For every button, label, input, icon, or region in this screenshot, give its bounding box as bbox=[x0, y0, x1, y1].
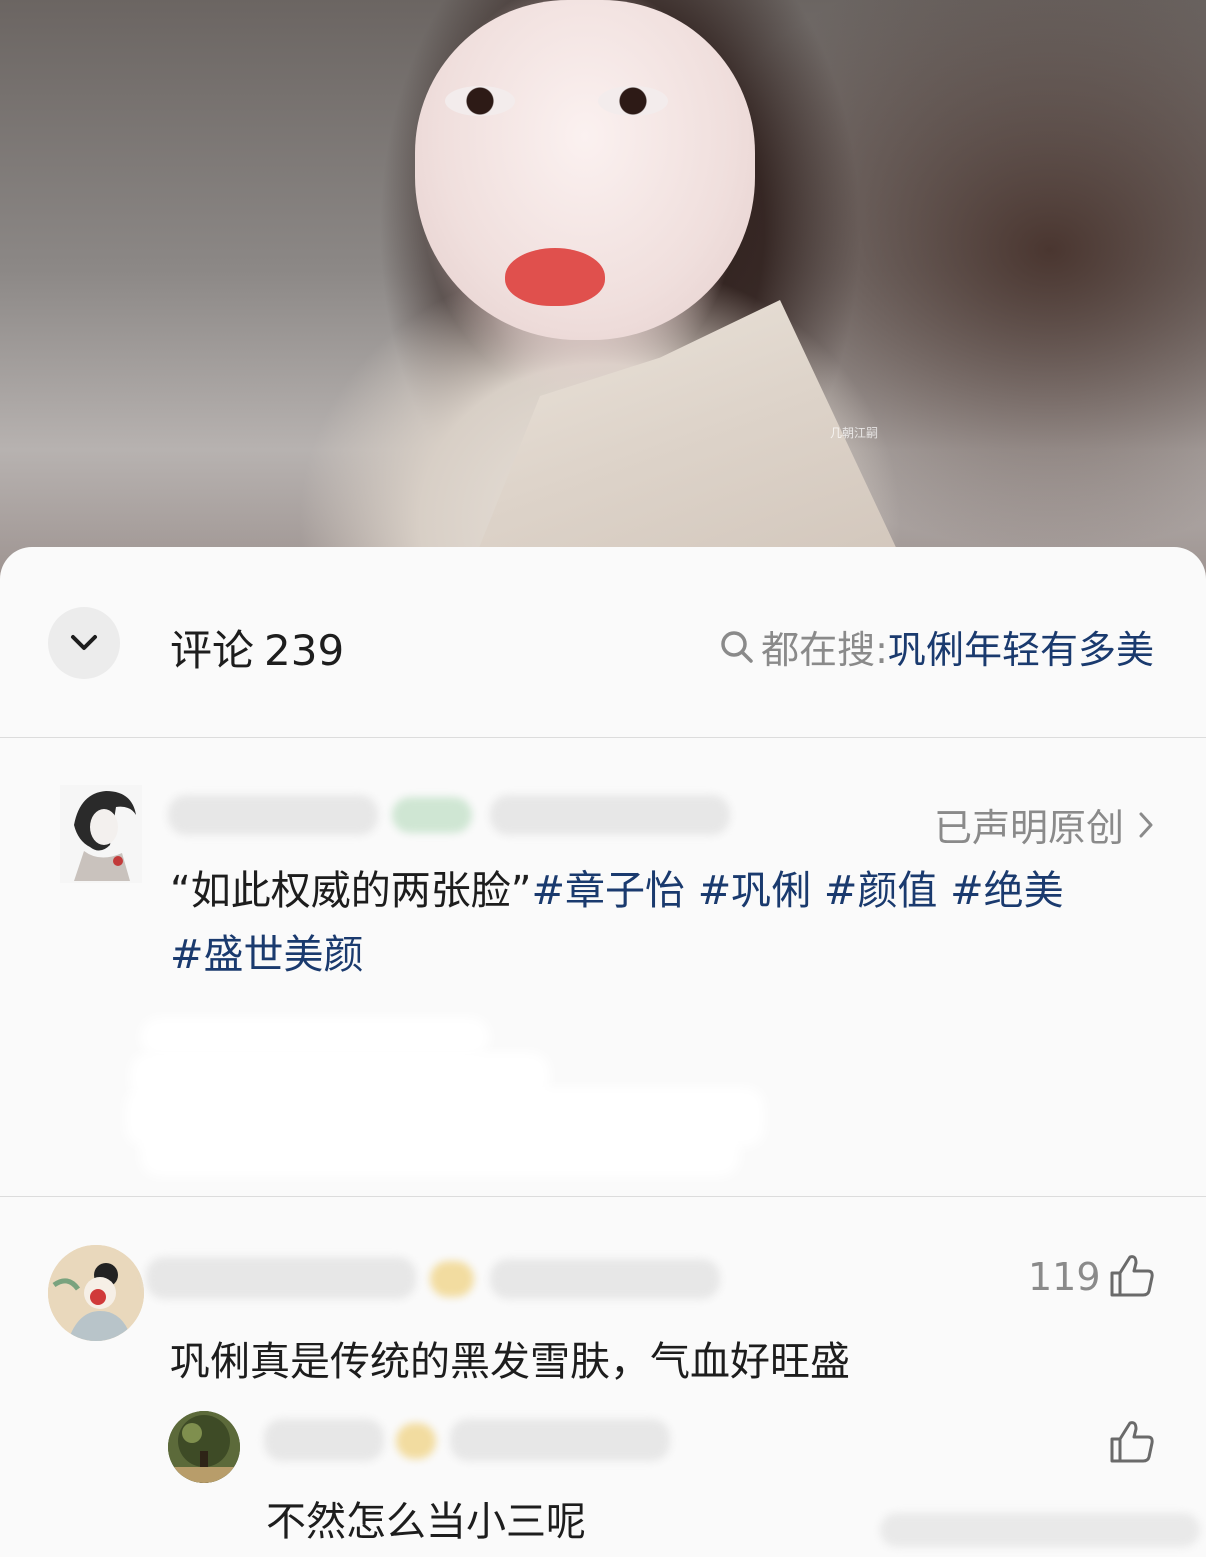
watermark: 几朝江嗣 bbox=[830, 426, 879, 440]
reply-text: 不然怎么当小三呢 bbox=[266, 1499, 586, 1545]
hero-right-eye bbox=[598, 86, 668, 116]
redacted-area bbox=[140, 1127, 740, 1177]
comment-text: 巩俐真是传统的黑发雪肤，气血好旺盛 bbox=[170, 1339, 850, 1385]
post-quote: “如此权威的两张脸” bbox=[170, 868, 532, 914]
chevron-down-icon bbox=[71, 635, 97, 650]
author-avatar[interactable] bbox=[60, 785, 142, 883]
comments-count: 239 bbox=[264, 626, 345, 675]
author-meta-blurred bbox=[490, 795, 730, 835]
hero-lips bbox=[505, 248, 605, 306]
post-text: “如此权威的两张脸”#章子怡 #巩俐 #颜值 #绝美 #盛世美颜 bbox=[170, 859, 1150, 987]
thumbs-up-icon[interactable] bbox=[1108, 1253, 1156, 1299]
redacted-area bbox=[880, 1513, 1200, 1547]
collapse-button[interactable] bbox=[48, 607, 120, 679]
search-prefix: 都在搜: bbox=[761, 628, 888, 672]
search-suggestion[interactable]: 都在搜: 巩俐年轻有多美 bbox=[719, 619, 1154, 674]
author-name-blurred bbox=[168, 795, 378, 835]
hashtag[interactable]: #巩俐 bbox=[698, 868, 812, 914]
author-badge-blurred bbox=[392, 797, 472, 833]
commenter-name-blurred bbox=[146, 1257, 416, 1299]
comments-label: 评论 bbox=[170, 626, 255, 675]
replier-badge-blurred bbox=[396, 1423, 436, 1459]
replier-name-blurred bbox=[264, 1419, 384, 1461]
hero-left-eye bbox=[445, 86, 515, 116]
commenter-avatar[interactable] bbox=[48, 1245, 144, 1341]
comment-sheet: 评论 239 都在搜: 巩俐年轻有多美 已声明原创 “如此权威的两张脸”#章子怡 … bbox=[0, 547, 1206, 1557]
divider bbox=[0, 737, 1206, 738]
redacted-area bbox=[140, 1017, 490, 1057]
thumbs-up-icon[interactable] bbox=[1108, 1419, 1156, 1465]
hero-image[interactable]: 几朝江嗣 bbox=[0, 0, 1206, 600]
chevron-right-icon bbox=[1139, 812, 1153, 837]
like-count: 119 bbox=[1028, 1255, 1101, 1299]
search-term[interactable]: 巩俐年轻有多美 bbox=[888, 619, 1154, 674]
hashtag[interactable]: #章子怡 bbox=[531, 868, 685, 914]
divider bbox=[0, 1196, 1206, 1197]
search-icon bbox=[721, 630, 753, 663]
replier-meta-blurred bbox=[450, 1419, 670, 1461]
hashtag[interactable]: #绝美 bbox=[950, 868, 1064, 914]
original-declaration-link[interactable]: 已声明原创 bbox=[934, 797, 1154, 852]
reply-avatar[interactable] bbox=[168, 1411, 240, 1483]
commenter-meta-blurred bbox=[490, 1259, 720, 1299]
comments-title: 评论 239 bbox=[170, 617, 344, 678]
original-label: 已声明原创 bbox=[933, 806, 1124, 850]
commenter-badge-blurred bbox=[430, 1261, 474, 1297]
hashtag[interactable]: #颜值 bbox=[824, 868, 938, 914]
hashtag[interactable]: #盛世美颜 bbox=[170, 932, 364, 978]
